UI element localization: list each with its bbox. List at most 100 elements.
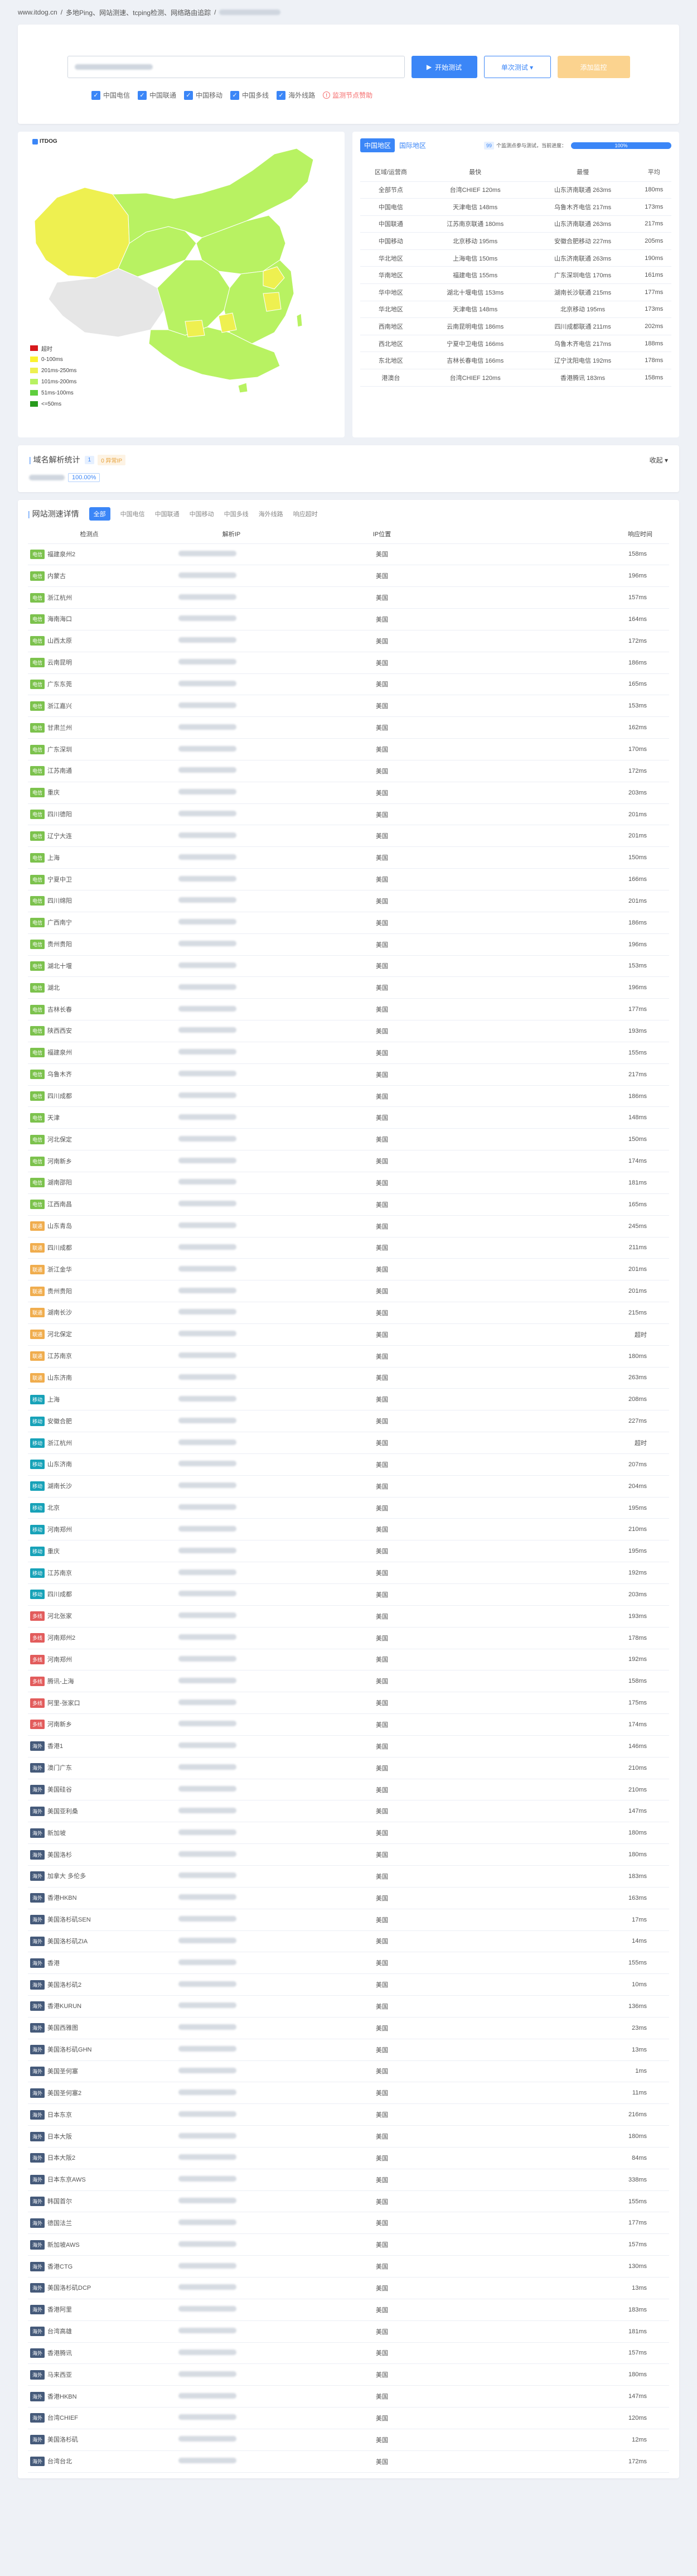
response-time: 192ms	[452, 1562, 669, 1584]
response-time: 13ms	[452, 2277, 669, 2299]
detail-header[interactable]: 检测点	[28, 524, 151, 544]
table-row: 移动 浙江杭州 美国 超时	[28, 1432, 669, 1454]
stats-cell: 广东深圳电信 170ms	[529, 266, 637, 285]
ip-value	[178, 1244, 236, 1250]
node-cell: 海外 美国圣何塞	[28, 2060, 151, 2083]
node-name: 江苏南京	[47, 1353, 72, 1360]
check-overseas[interactable]: ✓ 海外线路	[277, 90, 315, 100]
table-row: 多线 腾讯-上海 美国 158ms	[28, 1670, 669, 1693]
tab-overseas[interactable]: 海外线路	[259, 509, 283, 518]
node-cell: 电信 浙江杭州	[28, 586, 151, 609]
node-cell: 联通 江苏南京	[28, 1345, 151, 1368]
stats-row: 港澳台 台湾CHIEF 120ms 香港腾讯 183ms 158ms	[360, 369, 671, 387]
table-row: 多线 阿里-张家口 美国 175ms	[28, 1692, 669, 1715]
node-cell: 多线 河南郑州	[28, 1649, 151, 1671]
table-row: 海外 台湾高雄 美国 181ms	[28, 2320, 669, 2343]
ip-value	[178, 984, 236, 990]
legend-item: 超时	[30, 343, 76, 354]
sponsor-link[interactable]: ! 监测节点赞助	[323, 90, 372, 100]
ip-location: 美国	[312, 1215, 452, 1238]
ip-value	[178, 1916, 236, 1922]
isp-tag: 海外	[30, 2413, 45, 2423]
isp-tag: 联通	[30, 1308, 45, 1318]
breadcrumb: www.itdog.cn / 多地Ping、网站测速、tcping检测、网络路由…	[0, 0, 697, 25]
node-cell: 海外 日本大阪	[28, 2125, 151, 2148]
node-name: 福建泉州	[47, 1049, 72, 1057]
node-cell: 电信 广东深圳	[28, 738, 151, 760]
isp-tag: 电信	[30, 636, 45, 646]
isp-tag: 海外	[30, 2001, 45, 2011]
ip-value	[178, 2458, 236, 2464]
ip-location: 美国	[312, 1952, 452, 1975]
node-name: 河南郑州2	[47, 1635, 76, 1642]
isp-tag: 移动	[30, 1394, 45, 1404]
ip-value	[178, 1092, 236, 1099]
node-cell: 电信 贵州贵阳	[28, 933, 151, 956]
add-monitor-button[interactable]: 添加监控	[557, 56, 630, 78]
node-name: 美国硅谷	[47, 1787, 72, 1794]
table-row: 电信 湖南邵阳 美国 181ms	[28, 1172, 669, 1194]
table-row: 电信 辽宁大连 美国 201ms	[28, 825, 669, 848]
ip-location: 美国	[312, 1605, 452, 1628]
ip-cell	[151, 2060, 312, 2083]
node-cell: 海外 美国洛杉矶	[28, 2429, 151, 2451]
node-name: 湖北十堰	[47, 962, 72, 970]
node-cell: 海外 美国硅谷	[28, 1779, 151, 1801]
tab-china[interactable]: 中国地区	[360, 138, 395, 152]
tab-telecom[interactable]: 中国电信	[120, 509, 145, 518]
stats-row: 中国电信 天津电信 148ms 乌鲁木齐电信 217ms 173ms	[360, 198, 671, 216]
tab-multi[interactable]: 中国多线	[224, 509, 249, 518]
check-mobile[interactable]: ✓ 中国移动	[184, 90, 222, 100]
node-name: 浙江嘉兴	[47, 702, 72, 710]
isp-tag: 移动	[30, 1460, 45, 1470]
tab-timeout[interactable]: 响应超时	[293, 509, 318, 518]
node-name: 广东东莞	[47, 681, 72, 688]
node-name: 浙江杭州	[47, 1439, 72, 1447]
check-unicom[interactable]: ✓ 中国联通	[138, 90, 176, 100]
check-multi[interactable]: ✓ 中国多线	[230, 90, 269, 100]
breadcrumb-home[interactable]: www.itdog.cn	[18, 8, 57, 16]
node-cell: 电信 四川绵阳	[28, 890, 151, 912]
ip-cell	[151, 630, 312, 652]
stats-row: 华北地区 天津电信 148ms 北京移动 195ms 173ms	[360, 301, 671, 319]
map-legend: 超时 0-100ms 201ms-250ms 101ms-200ms 51ms-…	[30, 343, 76, 410]
stats-row: 东北地区 吉林长春电信 166ms 辽宁沈阳电信 192ms 178ms	[360, 352, 671, 370]
start-test-button[interactable]: ▶ 开始测试	[411, 56, 477, 78]
collapse-button[interactable]: 收起 ▾	[650, 455, 668, 465]
dns-percent: 100.00%	[68, 473, 100, 482]
ip-value	[178, 854, 236, 860]
node-name: 湖南邵阳	[47, 1179, 72, 1187]
response-time: 1ms	[452, 2060, 669, 2083]
table-row: 海外 香港HKBN 美国 163ms	[28, 1887, 669, 1909]
node-name: 江西南昌	[47, 1201, 72, 1208]
ip-cell	[151, 2017, 312, 2039]
tab-mobile[interactable]: 中国移动	[190, 509, 214, 518]
ip-value	[178, 2392, 236, 2399]
node-name: 贵州贵阳	[47, 1288, 72, 1295]
ip-cell	[151, 1085, 312, 1108]
breadcrumb-tool[interactable]: 多地Ping、网站测速、tcping检测、网络路由追踪	[66, 8, 211, 17]
detail-header[interactable]: 响应时间	[452, 524, 669, 544]
node-name: 香港HKBN	[47, 1895, 77, 1902]
response-time: 175ms	[452, 1692, 669, 1715]
node-cell: 电信 海南海口	[28, 608, 151, 630]
tab-unicom[interactable]: 中国联通	[155, 509, 180, 518]
table-row: 电信 湖北十堰 美国 153ms	[28, 955, 669, 978]
table-row: 海外 美国洛杉矶ZIA 美国 14ms	[28, 1930, 669, 1953]
detail-panel: | 网站测速详情 全部 中国电信 中国联通 中国移动 中国多线 海外线路 响应超…	[18, 500, 679, 2478]
node-name: 台湾CHIEF	[47, 2415, 79, 2422]
tab-all[interactable]: 全部	[89, 507, 110, 521]
single-test-button[interactable]: 单次测试 ▾	[483, 56, 551, 78]
node-name: 美国洛杉矶	[47, 2437, 79, 2444]
ip-location: 美国	[312, 2233, 452, 2256]
check-telecom[interactable]: ✓ 中国电信	[91, 90, 130, 100]
ip-cell	[151, 1757, 312, 1779]
response-time: 155ms	[452, 1952, 669, 1975]
node-name: 广东深圳	[47, 746, 72, 753]
node-cell: 海外 新加坡	[28, 1822, 151, 1845]
ip-value	[178, 1937, 236, 1943]
ip-value	[178, 1461, 236, 1467]
ip-cell	[151, 2190, 312, 2213]
tab-international[interactable]: 国际地区	[399, 141, 426, 150]
url-input[interactable]	[67, 56, 405, 78]
